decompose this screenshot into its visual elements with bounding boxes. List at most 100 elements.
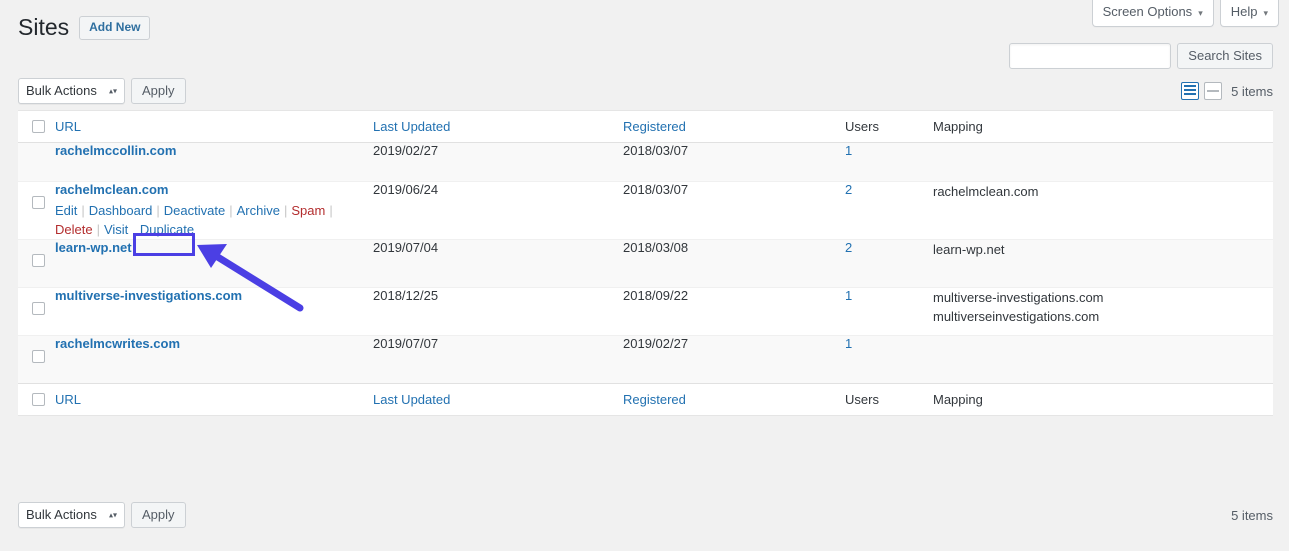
select-all-checkbox-bottom[interactable] — [32, 393, 45, 406]
action-separator: | — [93, 222, 104, 237]
row-registered-cell: 2018/03/07 — [623, 143, 845, 182]
help-button[interactable]: Help▾ — [1220, 0, 1279, 27]
screen-options-label: Screen Options — [1103, 4, 1193, 19]
site-url-link[interactable]: learn-wp.net — [55, 240, 132, 255]
select-all-header — [18, 111, 55, 143]
row-select-cell — [18, 336, 55, 384]
tablenav-top: Bulk Actions ▴▾ Apply 5 items — [18, 76, 1273, 106]
apply-button-top[interactable]: Apply — [131, 78, 186, 104]
mapping-domain: rachelmclean.com — [933, 182, 1273, 201]
action-separator: | — [152, 203, 163, 218]
page-header: Sites Add New — [18, 13, 150, 43]
tablenav-bottom: Bulk Actions ▴▾ Apply 5 items — [18, 500, 1273, 530]
users-count-link[interactable]: 1 — [845, 288, 852, 303]
sites-table: URL Last Updated Registered Users Mappin… — [18, 110, 1273, 416]
bulk-actions-select-bottom[interactable]: Bulk Actions ▴▾ — [18, 502, 125, 528]
table-row: rachelmcwrites.com 2019/07/07 2019/02/27… — [18, 336, 1273, 384]
row-actions: Edit|Dashboard|Deactivate|Archive|Spam|D… — [55, 201, 330, 239]
row-registered-cell: 2018/03/08 — [623, 240, 845, 288]
column-header-url[interactable]: URL — [55, 111, 373, 143]
row-url-cell: rachelmccollin.com — [55, 143, 373, 182]
action-separator: | — [280, 203, 291, 218]
row-last-updated-cell: 2019/06/24 — [373, 182, 623, 240]
column-header-registered[interactable]: Registered — [623, 111, 845, 143]
row-checkbox[interactable] — [32, 350, 45, 363]
column-header-last-updated[interactable]: Last Updated — [373, 111, 623, 143]
bulk-actions-dropdown-bottom[interactable]: Bulk Actions — [18, 502, 125, 528]
action-separator: | — [77, 203, 88, 218]
search-sites-form: Search Sites — [1009, 43, 1273, 69]
row-mapping-cell: rachelmclean.com — [933, 182, 1273, 240]
column-footer-last-updated[interactable]: Last Updated — [373, 384, 623, 416]
row-action-delete[interactable]: Delete — [55, 222, 93, 237]
row-url-cell: multiverse-investigations.com — [55, 288, 373, 336]
bulk-actions-select-top[interactable]: Bulk Actions ▴▾ — [18, 78, 125, 104]
tablenav-bottom-right: 5 items — [1231, 508, 1273, 523]
action-separator: | — [225, 203, 236, 218]
row-action-duplicate[interactable]: Duplicate — [140, 222, 194, 237]
select-all-checkbox-top[interactable] — [32, 120, 45, 133]
users-count-link[interactable]: 2 — [845, 182, 852, 197]
row-action-dashboard[interactable]: Dashboard — [89, 203, 153, 218]
users-count-link[interactable]: 1 — [845, 143, 852, 158]
action-separator — [128, 222, 140, 237]
row-url-cell: learn-wp.net — [55, 240, 373, 288]
bulk-actions-dropdown-top[interactable]: Bulk Actions — [18, 78, 125, 104]
site-url-link[interactable]: rachelmclean.com — [55, 182, 168, 197]
row-registered-cell: 2018/09/22 — [623, 288, 845, 336]
column-header-users: Users — [845, 111, 933, 143]
select-all-footer — [18, 384, 55, 416]
row-users-cell: 1 — [845, 336, 933, 384]
row-last-updated-cell: 2018/12/25 — [373, 288, 623, 336]
row-registered-cell: 2019/02/27 — [623, 336, 845, 384]
users-count-link[interactable]: 2 — [845, 240, 852, 255]
row-mapping-cell: learn-wp.net — [933, 240, 1273, 288]
row-checkbox[interactable] — [32, 254, 45, 267]
row-users-cell: 2 — [845, 240, 933, 288]
search-sites-button[interactable]: Search Sites — [1177, 43, 1273, 69]
tablenav-top-right: 5 items — [1181, 82, 1273, 100]
mapping-domain: learn-wp.net — [933, 240, 1273, 259]
row-checkbox[interactable] — [32, 196, 45, 209]
site-url-link[interactable]: rachelmccollin.com — [55, 143, 176, 158]
table-row: multiverse-investigations.com 2018/12/25… — [18, 288, 1273, 336]
row-select-cell — [18, 288, 55, 336]
site-url-link[interactable]: multiverse-investigations.com — [55, 288, 242, 303]
row-action-deactivate[interactable]: Deactivate — [164, 203, 225, 218]
row-action-edit[interactable]: Edit — [55, 203, 77, 218]
row-action-visit[interactable]: Visit — [104, 222, 128, 237]
table-row: learn-wp.net 2019/07/04 2018/03/08 2 lea… — [18, 240, 1273, 288]
chevron-down-icon: ▾ — [1198, 8, 1203, 18]
row-action-spam[interactable]: Spam — [291, 203, 325, 218]
page-title: Sites — [18, 13, 69, 43]
row-action-archive[interactable]: Archive — [237, 203, 280, 218]
row-registered-cell: 2018/03/07 — [623, 182, 845, 240]
add-new-button[interactable]: Add New — [79, 16, 150, 40]
chevron-down-icon: ▾ — [1263, 8, 1268, 18]
column-footer-users: Users — [845, 384, 933, 416]
screen-meta-links: Screen Options ▾ Help▾ — [1092, 0, 1279, 27]
mapping-domain: multiverseinvestigations.com — [933, 307, 1273, 326]
excerpt-view-icon[interactable] — [1204, 82, 1222, 100]
column-footer-url[interactable]: URL — [55, 384, 373, 416]
row-checkbox[interactable] — [32, 302, 45, 315]
row-last-updated-cell: 2019/07/07 — [373, 336, 623, 384]
row-select-cell — [18, 143, 55, 182]
site-url-link[interactable]: rachelmcwrites.com — [55, 336, 180, 351]
row-users-cell: 1 — [845, 143, 933, 182]
apply-button-bottom[interactable]: Apply — [131, 502, 186, 528]
list-view-icon[interactable] — [1181, 82, 1199, 100]
search-input[interactable] — [1009, 43, 1171, 69]
row-mapping-cell — [933, 143, 1273, 182]
users-count-link[interactable]: 1 — [845, 336, 852, 351]
table-row: rachelmccollin.com 2019/02/27 2018/03/07… — [18, 143, 1273, 182]
items-count-bottom: 5 items — [1231, 508, 1273, 523]
screen-options-button[interactable]: Screen Options ▾ — [1092, 0, 1214, 27]
row-url-cell: rachelmcwrites.com — [55, 336, 373, 384]
row-url-cell: rachelmclean.com Edit|Dashboard|Deactiva… — [55, 182, 373, 240]
column-footer-registered[interactable]: Registered — [623, 384, 845, 416]
column-footer-mapping: Mapping — [933, 384, 1273, 416]
table-body: rachelmccollin.com 2019/02/27 2018/03/07… — [18, 143, 1273, 384]
table-row: rachelmclean.com Edit|Dashboard|Deactiva… — [18, 182, 1273, 240]
table-foot: URL Last Updated Registered Users Mappin… — [18, 384, 1273, 416]
